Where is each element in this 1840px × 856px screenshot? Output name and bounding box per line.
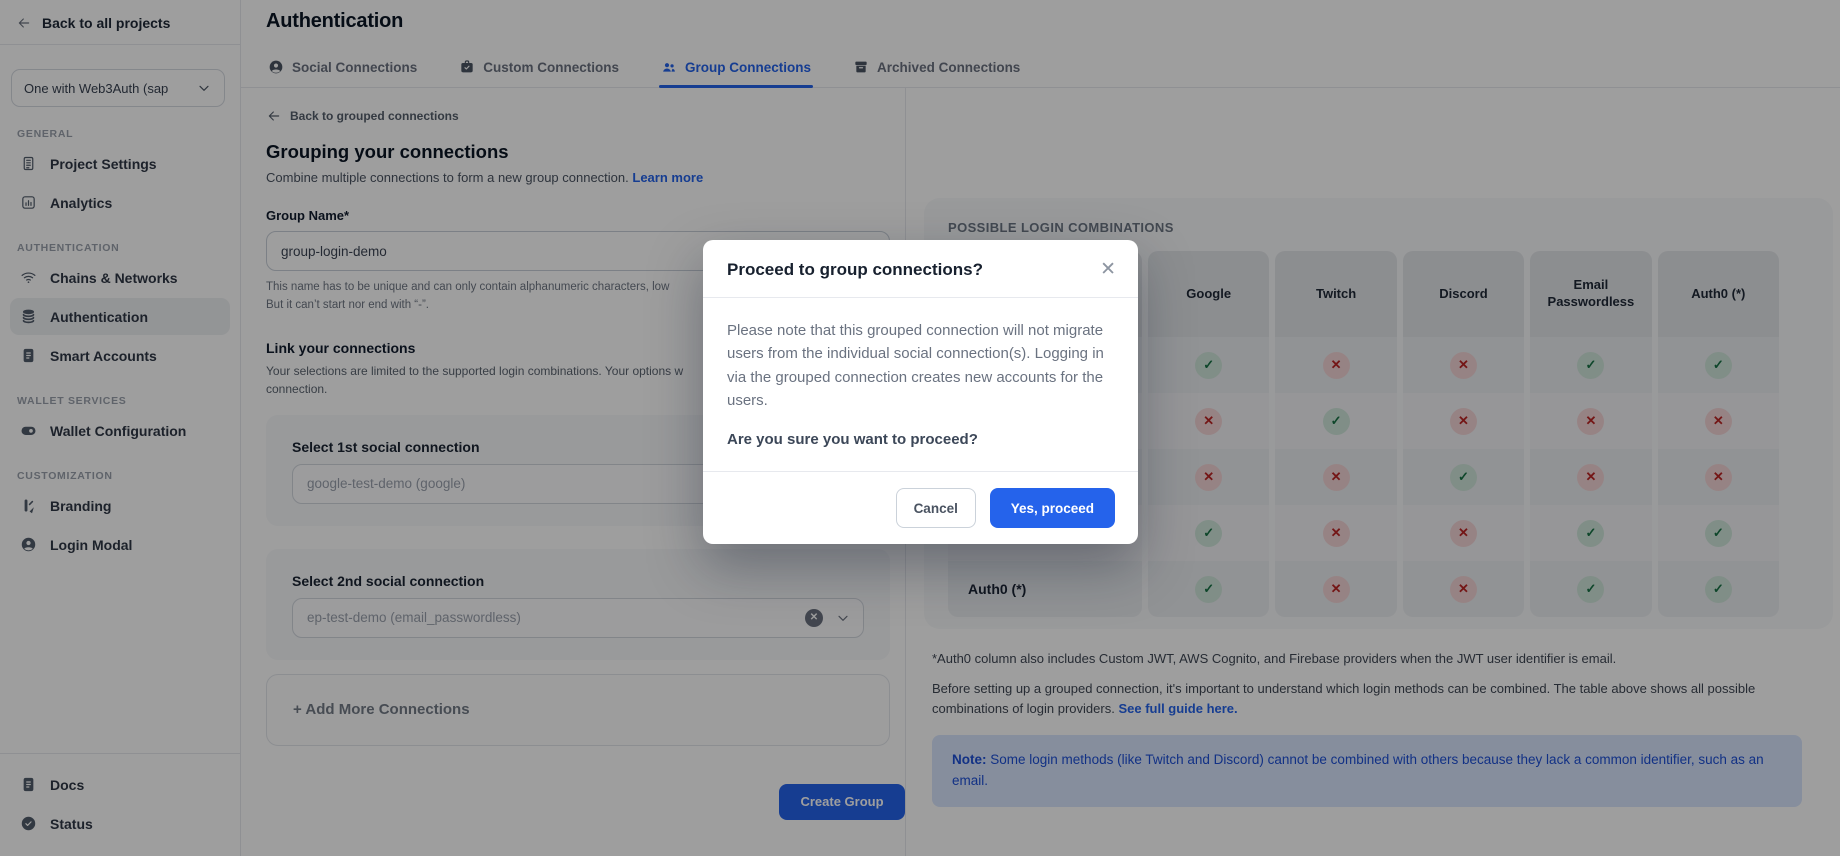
confirm-button[interactable]: Yes, proceed [990,488,1115,528]
modal-message: Please note that this grouped connection… [727,319,1114,412]
modal-title: Proceed to group connections? [727,260,983,280]
cancel-button[interactable]: Cancel [896,488,976,528]
modal-question: Are you sure you want to proceed? [727,431,1114,448]
modal-footer: Cancel Yes, proceed [703,471,1138,544]
modal-header: Proceed to group connections? ✕ [703,240,1138,298]
modal-body: Please note that this grouped connection… [703,298,1138,471]
proceed-modal: Proceed to group connections? ✕ Please n… [703,240,1138,544]
close-icon[interactable]: ✕ [1098,260,1118,279]
